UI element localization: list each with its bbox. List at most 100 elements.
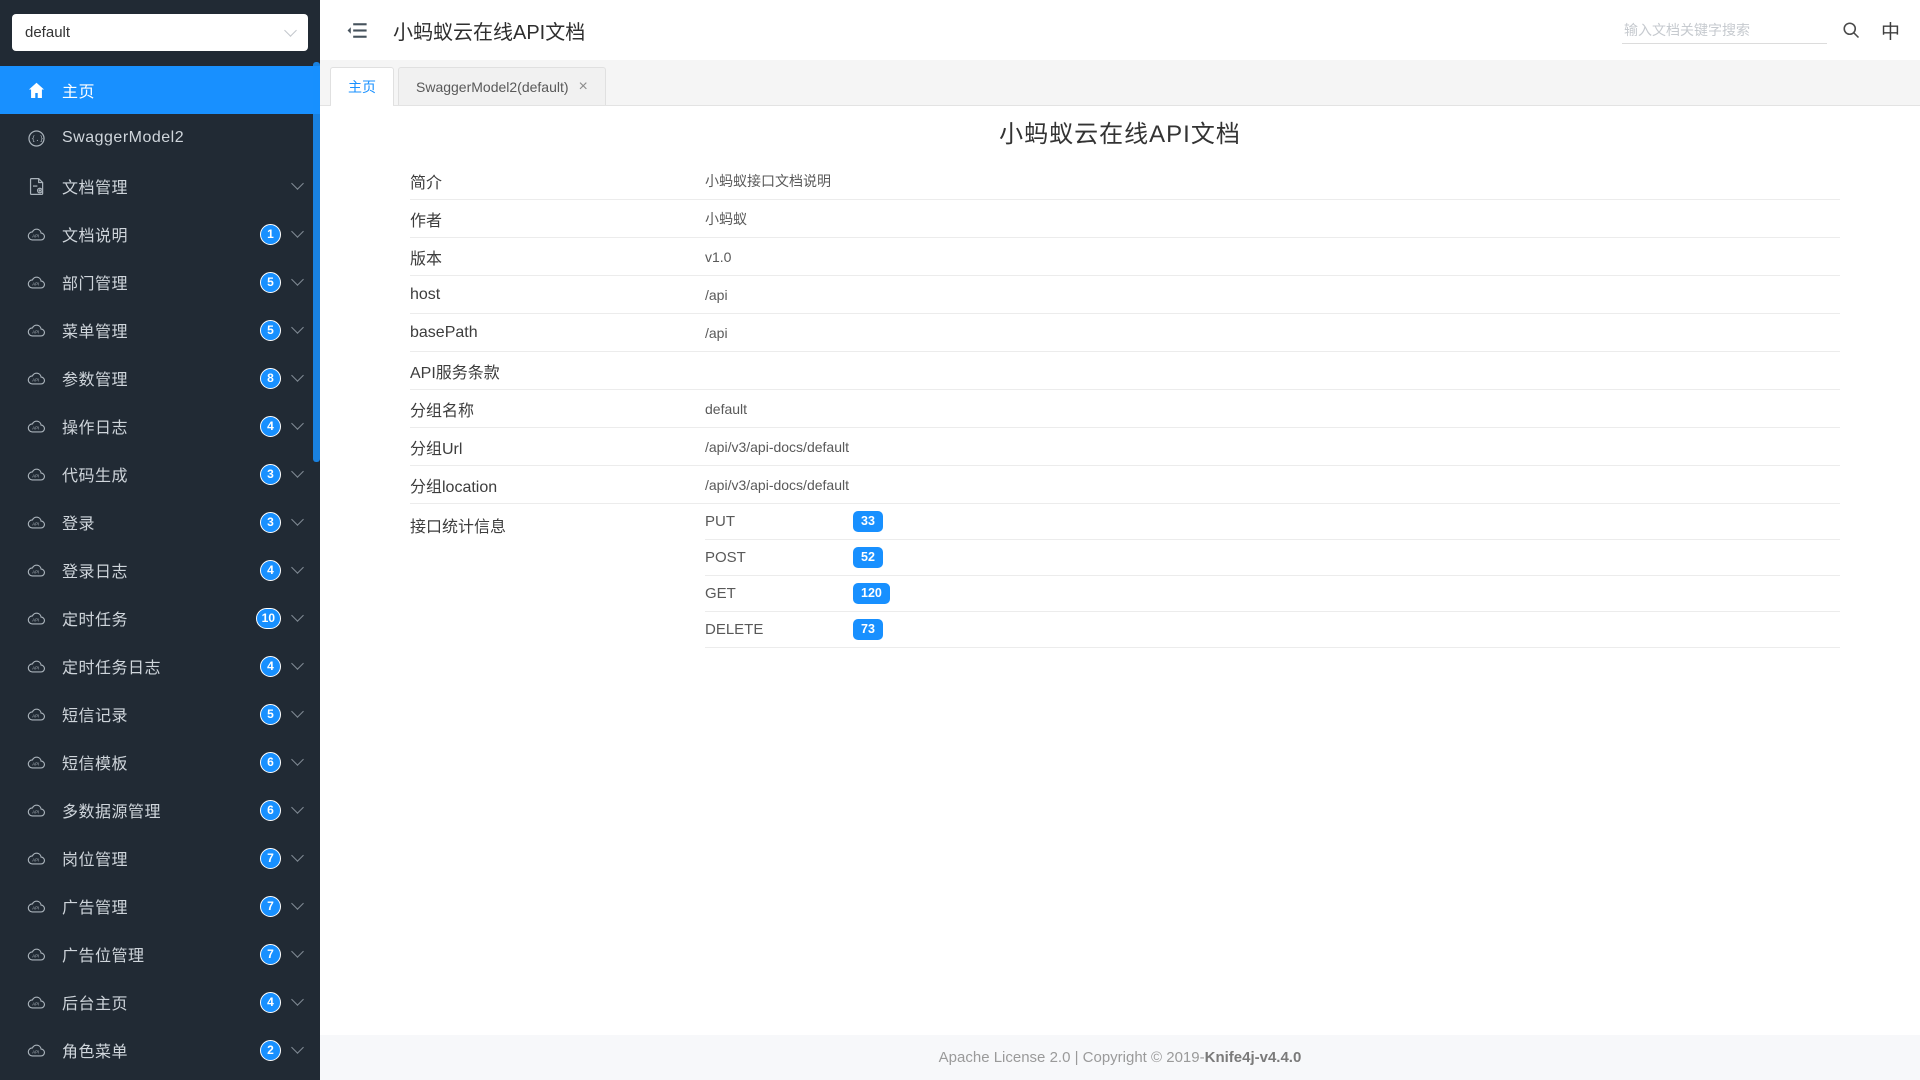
info-row: 分组Url/api/v3/api-docs/default [410,428,1840,466]
header-right: 中 [1621,16,1900,44]
sidebar-item-label: 广告位管理 [62,948,145,965]
svg-text:API: API [32,377,39,382]
chevron-down-icon [291,1041,304,1054]
svg-text:API: API [32,905,39,910]
sidebar-item-doc-manage[interactable]: 文档管理 [0,162,320,210]
api-cloud-icon: API [26,416,47,437]
svg-text:API: API [32,1001,39,1006]
method-count-badge: 33 [853,511,883,532]
count-badge: 3 [260,511,281,533]
svg-text:API: API [32,233,39,238]
sidebar-item-label: 短信记录 [62,708,129,725]
sidebar-item-swagger-model2[interactable]: {.} SwaggerModel2 [0,114,320,162]
doc-settings-icon [26,176,47,197]
search-icon[interactable] [1841,20,1861,40]
sidebar-item-code-gen[interactable]: API 代码生成 3 [0,450,320,498]
info-row-stats: 接口统计信息 PUT 33 POST 52 GET 120 DELETE 73 [410,504,1840,648]
method-count-badge: 120 [853,583,890,604]
method-name: DELETE [705,621,764,638]
method-stat-row: GET 120 [705,576,1840,612]
sidebar-item-ad-slot-manage[interactable]: API 广告位管理 7 [0,930,320,978]
group-select[interactable]: default [12,14,308,51]
sidebar-item-label: 短信模板 [62,756,129,773]
sidebar-item-doc-desc[interactable]: API 文档说明 1 [0,210,320,258]
chevron-down-icon [291,225,304,238]
chevron-down-icon [291,321,304,334]
menu-fold-icon[interactable] [346,19,369,42]
sidebar-item-label: 登录日志 [62,564,129,581]
tab-bar: 主页 SwaggerModel2(default) × [320,60,1920,106]
count-badge: 8 [260,367,281,389]
info-row-label: basePath [410,323,478,341]
info-row-value: /api/v3/api-docs/default [705,438,849,455]
sidebar-item-menu-manage[interactable]: API 菜单管理 5 [0,306,320,354]
method-stat-row: PUT 33 [705,504,1840,540]
chevron-down-icon [291,849,304,862]
app-title: 小蚂蚁云在线API文档 [393,21,586,44]
sidebar-item-home[interactable]: 主页 [0,66,320,114]
svg-text:API: API [32,473,39,478]
info-row: 分组location/api/v3/api-docs/default [410,466,1840,504]
api-cloud-icon: API [26,512,47,533]
sidebar-scrollbar-thumb[interactable] [313,62,320,462]
api-cloud-icon: API [26,1040,47,1061]
info-row-label: 接口统计信息 [410,519,507,536]
footer-license-text: Apache License 2.0 | Copyright © 2019- [938,1049,1205,1066]
method-count-badge: 73 [853,619,883,640]
sidebar: default 主页 {.} SwaggerModel2 文档管理 API 文档说明 1 AP… [0,0,320,1080]
doc-search-input[interactable] [1621,16,1827,44]
tab-close-icon[interactable]: × [579,78,588,95]
sidebar-item-label: 部门管理 [62,276,129,293]
sidebar-item-operation-log[interactable]: API 操作日志 4 [0,402,320,450]
count-badge: 4 [260,991,281,1013]
sidebar-item-cron-job[interactable]: API 定时任务 10 [0,594,320,642]
sidebar-item-label: 多数据源管理 [62,804,162,821]
sidebar-item-dept-manage[interactable]: API 部门管理 5 [0,258,320,306]
sidebar-item-sms-record[interactable]: API 短信记录 5 [0,690,320,738]
sidebar-item-sms-template[interactable]: API 短信模板 6 [0,738,320,786]
sidebar-item-label: 角色菜单 [62,1044,129,1061]
sidebar-item-multi-datasource[interactable]: API 多数据源管理 6 [0,786,320,834]
chevron-down-icon [291,657,304,670]
sidebar-item-label: SwaggerModel2 [62,129,185,146]
sidebar-item-label: 主页 [62,84,96,101]
chevron-down-icon [291,513,304,526]
svg-text:API: API [32,329,39,334]
svg-text:{.}: {.} [31,134,44,142]
info-row-label: host [410,285,441,303]
sidebar-item-role-menu[interactable]: API 角色菜单 2 [0,1026,320,1074]
info-row-value: /api [705,286,728,303]
language-switch-icon[interactable]: 中 [1881,17,1900,44]
api-cloud-icon: API [26,272,47,293]
method-name: PUT [705,513,735,530]
sidebar-item-admin-home[interactable]: API 后台主页 4 [0,978,320,1026]
sidebar-item-ad-manage[interactable]: API 广告管理 7 [0,882,320,930]
sidebar-item-post-manage[interactable]: API 岗位管理 7 [0,834,320,882]
sidebar-item-cron-job-log[interactable]: API 定时任务日志 4 [0,642,320,690]
svg-text:API: API [32,713,39,718]
info-row-value: 小蚂蚁 [705,210,747,227]
tab-swagger-model2-default[interactable]: SwaggerModel2(default) × [398,67,606,105]
count-badge: 4 [260,415,281,437]
chevron-down-icon [291,609,304,622]
method-name: GET [705,585,736,602]
footer-brand: Knife4j-v4.4.0 [1204,1049,1302,1066]
chevron-down-icon [291,897,304,910]
swagger-icon: {.} [26,128,47,149]
sidebar-item-login-log[interactable]: API 登录日志 4 [0,546,320,594]
api-cloud-icon: API [26,656,47,677]
sidebar-item-param-manage[interactable]: API 参数管理 8 [0,354,320,402]
sidebar-item-label: 文档说明 [62,228,129,245]
info-row: basePath/api [410,314,1840,352]
sidebar-item-login[interactable]: API 登录 3 [0,498,320,546]
info-row-value: v1.0 [705,248,732,265]
document-title: 小蚂蚁云在线API文档 [999,121,1241,148]
tab-home[interactable]: 主页 [330,67,394,106]
count-badge: 6 [260,799,281,821]
count-badge: 7 [260,943,281,965]
chevron-down-icon [291,753,304,766]
info-row: 分组名称 default [410,390,1840,428]
sidebar-item-label: 后台主页 [62,996,129,1013]
info-row-label: API服务条款 [410,364,500,382]
info-row-value: 小蚂蚁接口文档说明 [705,172,831,189]
